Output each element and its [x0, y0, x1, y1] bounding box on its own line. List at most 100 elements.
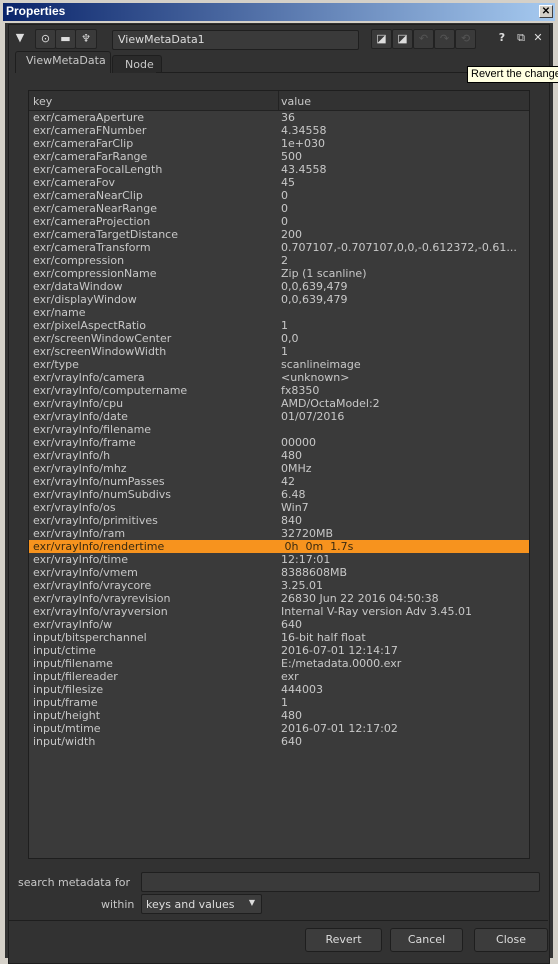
table-row[interactable]: exr/vrayInfo/cpu AMD/OctaModel:2	[29, 397, 529, 410]
table-row[interactable]: input/bitsperchannel 16-bit half float	[29, 631, 529, 644]
row-key: input/bitsperchannel	[33, 631, 147, 644]
table-row[interactable]: exr/cameraFocalLength 43.4558	[29, 163, 529, 176]
table-row[interactable]: exr/vrayInfo/vrayrevision 26830 Jun 22 20…	[29, 592, 529, 605]
within-label: within	[101, 898, 135, 911]
table-row[interactable]: exr/vrayInfo/w 640	[29, 618, 529, 631]
search-input[interactable]	[141, 872, 540, 892]
table-row[interactable]: exr/vrayInfo/numSubdivs 6.48	[29, 488, 529, 501]
column-header-key[interactable]: key	[33, 95, 52, 108]
metadata-table[interactable]: key value exr/cameraAperture 36 exr/camera…	[28, 90, 530, 859]
table-row[interactable]: exr/vrayInfo/rendertime 0h 0m 1.7s	[29, 540, 529, 553]
close-button[interactable]: Close	[474, 928, 548, 952]
table-row[interactable]: input/ctime 2016-07-01 12:14:17	[29, 644, 529, 657]
table-row[interactable]: exr/cameraFarRange 500	[29, 150, 529, 163]
table-row[interactable]: exr/vrayInfo/frame 00000	[29, 436, 529, 449]
table-row[interactable]: exr/vrayInfo/vraycore 3.25.01	[29, 579, 529, 592]
close-icon[interactable]: ✕	[531, 29, 545, 49]
table-row[interactable]: input/width 640	[29, 735, 529, 748]
table-row[interactable]: exr/compressionName Zip (1 scanline)	[29, 267, 529, 280]
cancel-button[interactable]: Cancel	[390, 928, 463, 952]
float-icon[interactable]: ⧉	[514, 29, 528, 49]
row-value: 36	[281, 111, 295, 124]
table-row[interactable]: input/frame 1	[29, 696, 529, 709]
table-row[interactable]: input/filereader exr	[29, 670, 529, 683]
table-row[interactable]: exr/vrayInfo/vmem 8388608MB	[29, 566, 529, 579]
table-row[interactable]: exr/vrayInfo/h 480	[29, 449, 529, 462]
row-key: exr/cameraTransform	[33, 241, 151, 254]
table-row[interactable]: exr/cameraNearClip 0	[29, 189, 529, 202]
collapse-triangle-icon[interactable]: ▼	[11, 29, 29, 49]
column-divider[interactable]	[278, 91, 279, 111]
table-row[interactable]: exr/cameraFarClip 1e+030	[29, 137, 529, 150]
table-row[interactable]: exr/displayWindow 0,0,639,479	[29, 293, 529, 306]
row-key: exr/dataWindow	[33, 280, 123, 293]
table-row[interactable]: exr/vrayInfo/filename	[29, 423, 529, 436]
column-header-value[interactable]: value	[281, 95, 311, 108]
row-key: exr/vrayInfo/computername	[33, 384, 188, 397]
wrench-icon[interactable]: ♆	[75, 29, 97, 49]
row-key: exr/cameraNearRange	[33, 202, 157, 215]
table-row[interactable]: exr/cameraTargetDistance 200	[29, 228, 529, 241]
tv-icon[interactable]: ▬	[55, 29, 76, 49]
viewer-circle-icon[interactable]: ⊙	[35, 29, 56, 49]
row-value: 480	[281, 449, 302, 462]
table-row[interactable]: exr/pixelAspectRatio 1	[29, 319, 529, 332]
table-header: key value	[29, 91, 529, 111]
table-row[interactable]: exr/vrayInfo/ram 32720MB	[29, 527, 529, 540]
row-value: scanlineimage	[281, 358, 361, 371]
row-key: input/mtime	[33, 722, 101, 735]
table-row[interactable]: exr/cameraNearRange 0	[29, 202, 529, 215]
table-row[interactable]: exr/cameraProjection 0	[29, 215, 529, 228]
row-value: 1	[281, 319, 288, 332]
table-row[interactable]: exr/screenWindowCenter 0,0	[29, 332, 529, 345]
table-row[interactable]: input/filesize 444003	[29, 683, 529, 696]
revert-button[interactable]: Revert	[305, 928, 382, 952]
table-row[interactable]: exr/compression 2	[29, 254, 529, 267]
table-row[interactable]: exr/cameraAperture 36	[29, 111, 529, 124]
table-row[interactable]: exr/vrayInfo/time 12:17:01	[29, 553, 529, 566]
row-key: exr/compression	[33, 254, 125, 267]
node-name-input[interactable]: ViewMetaData1	[112, 30, 359, 50]
table-row[interactable]: exr/cameraFNumber 4.34558	[29, 124, 529, 137]
revert-icon[interactable]: ⟲	[455, 29, 476, 49]
undo-icon[interactable]: ↶	[413, 29, 434, 49]
row-value: fx8350	[281, 384, 320, 397]
table-row[interactable]: input/filename E:/metadata.0000.exr	[29, 657, 529, 670]
help-icon[interactable]: ?	[495, 29, 509, 49]
table-row[interactable]: exr/vrayInfo/computername fx8350	[29, 384, 529, 397]
row-value: 12:17:01	[281, 553, 331, 566]
table-row[interactable]: exr/vrayInfo/os Win7	[29, 501, 529, 514]
table-row[interactable]: exr/cameraTransform 0.707107,-0.707107,0,…	[29, 241, 529, 254]
table-body: exr/cameraAperture 36 exr/cameraFNumber 4.3…	[29, 111, 529, 748]
table-row[interactable]: exr/vrayInfo/date 01/07/2016	[29, 410, 529, 423]
table-row[interactable]: exr/cameraFov 45	[29, 176, 529, 189]
table-row[interactable]: exr/vrayInfo/primitives 840	[29, 514, 529, 527]
table-row[interactable]: exr/name	[29, 306, 529, 319]
table-row[interactable]: input/mtime 2016-07-01 12:17:02	[29, 722, 529, 735]
row-key: exr/cameraFarClip	[33, 137, 134, 150]
table-row[interactable]: exr/vrayInfo/camera <unknown>	[29, 371, 529, 384]
row-key: exr/vrayInfo/vraycore	[33, 579, 152, 592]
table-row[interactable]: exr/type scanlineimage	[29, 358, 529, 371]
table-row[interactable]: input/height 480	[29, 709, 529, 722]
color-swatch-icon[interactable]: ◪	[371, 29, 392, 49]
row-key: exr/name	[33, 306, 86, 319]
tab-viewmetadata[interactable]: ViewMetaData	[15, 51, 111, 73]
row-value: 45	[281, 176, 295, 189]
row-value: 3.25.01	[281, 579, 323, 592]
row-value: 0	[281, 189, 288, 202]
within-select[interactable]: keys and values ▼	[141, 894, 262, 914]
row-value: 4.34558	[281, 124, 327, 137]
table-row[interactable]: exr/screenWindowWidth 1	[29, 345, 529, 358]
row-key: exr/vrayInfo/cpu	[33, 397, 124, 410]
table-row[interactable]: exr/dataWindow 0,0,639,479	[29, 280, 529, 293]
table-row[interactable]: exr/vrayInfo/numPasses 42	[29, 475, 529, 488]
table-row[interactable]: exr/vrayInfo/vrayversion Internal V-Ray v…	[29, 605, 529, 618]
table-row[interactable]: exr/vrayInfo/mhz 0MHz	[29, 462, 529, 475]
row-value: 0,0,639,479	[281, 293, 348, 306]
color-swatch-icon[interactable]: ◪	[392, 29, 413, 49]
tab-node[interactable]: Node	[112, 55, 162, 73]
redo-icon[interactable]: ↷	[434, 29, 455, 49]
row-key: exr/screenWindowCenter	[33, 332, 172, 345]
window-close-button[interactable]: ✕	[539, 5, 553, 18]
